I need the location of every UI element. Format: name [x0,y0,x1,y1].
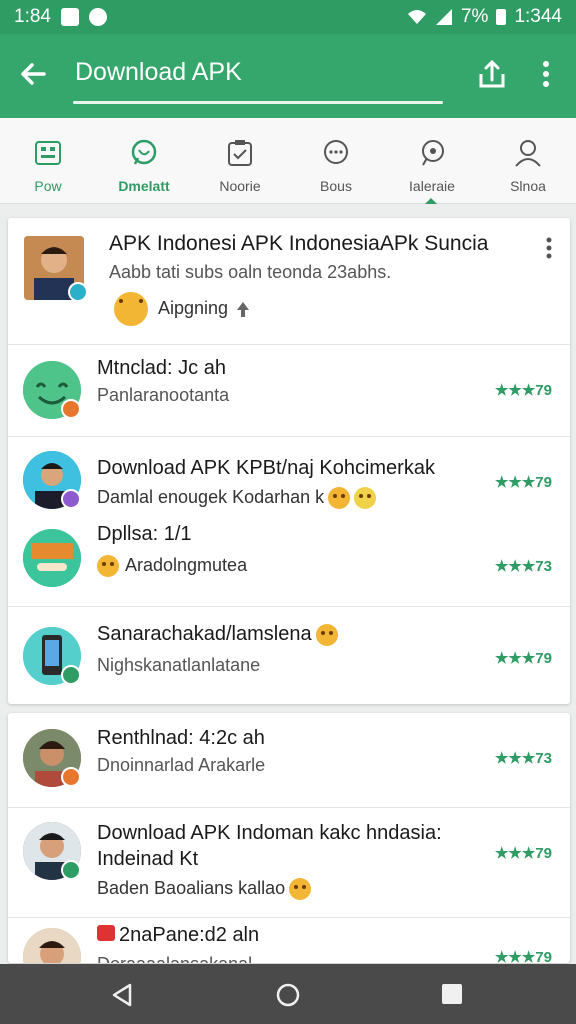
item-rating: ★★★73 [494,750,552,767]
tab-dmelatt[interactable]: Dmelatt [96,118,192,203]
item-title: Renthlnad: 4:2c ah [97,727,265,749]
chat-icon [324,140,348,164]
item-title: Sanarachakad/lamslena [97,623,338,646]
status-time-right: 1:344 [514,6,562,27]
share-icon[interactable] [476,54,508,94]
item-title: Download APK Indoman kakc hndasia: Indei… [97,822,442,870]
status-bar: 1:84 7% 1:344 [0,0,576,34]
item-rating: ★★★79 [494,382,552,399]
item-badge [61,665,81,685]
item-title: Dpllsa: 1/1 [97,523,192,545]
emoji-icon [354,487,377,510]
grid-icon [35,141,61,165]
tab-pow[interactable]: Pow [0,118,96,203]
tab-bous[interactable]: Bous [288,118,384,203]
item-subtitle: Doraaaalansakanal [97,954,252,963]
help-chat-icon [422,140,444,166]
featured-title: APK Indonesi APK IndonesiaAPk Suncia [109,232,489,255]
tab-noorie[interactable]: Noorie [192,118,288,203]
sync-icon [88,8,107,26]
battery-percent: 7% [460,6,489,27]
arrow-up-icon [237,302,249,317]
item-subtitle: Dnoinnarlad Arakarle [97,755,266,775]
clipboard-icon [228,140,252,166]
item-more-icon[interactable] [544,236,554,260]
tab-label: Ialeraie [409,178,455,194]
wifi-icon [407,10,426,24]
back-arrow-icon[interactable] [14,54,54,94]
list-item[interactable]: Download APK KPBt/naj Kohcimerkak Damlal… [8,436,570,606]
tab-label: Pow [34,178,62,194]
item-rating: ★★★79 [494,949,552,963]
list-item[interactable]: Download APK Indoman kakc hndasia: Indei… [8,807,570,917]
tab-label: Dmelatt [118,178,170,194]
item-subtitle: Nighskanatlanlatane [97,655,261,675]
tab-label: Bous [320,178,352,194]
system-nav-bar [0,964,576,1024]
item-rating: ★★★79 [494,845,552,862]
emoji-icon [97,555,119,578]
item-subtitle: Damlal enougek Kodarhan k [97,487,377,510]
item-title: 2naPane:d2 aln [97,924,259,947]
item-rating: ★★★73 [494,558,552,575]
tab-ialeraie[interactable]: Ialeraie [384,118,480,204]
list-item[interactable]: Sanarachakad/lamslena Nighskanatlanlatan… [8,606,570,704]
featured-subtitle: Aabb tati subs oaln teonda 23abhs. [109,262,392,282]
gift-icon [97,925,115,941]
nav-recents-icon[interactable] [442,984,462,1004]
profile-icon [515,140,541,167]
item-rating: ★★★79 [494,650,552,667]
category-tabs: Pow Dmelatt Noorie Bous Ialeraie Slnoa [0,118,576,204]
tab-label: Noorie [219,178,261,194]
list-item[interactable]: Mtnclad: Jc ah Panlaranootanta ★★★79 [8,344,570,436]
item-badge [61,489,81,509]
item-title: Mtnclad: Jc ah [97,357,226,379]
item-badge [61,399,81,419]
emoji-icon [328,487,351,510]
item-subtitle: Panlaranootanta [97,385,230,405]
battery-icon [496,9,507,25]
item-avatar [23,529,81,587]
tab-slnoa[interactable]: Slnoa [480,118,576,203]
featured-reaction: Aipgning [158,298,229,318]
active-tab-indicator [425,198,437,204]
featured-item[interactable]: APK Indonesi APK IndonesiaAPk Suncia Aab… [8,218,570,344]
signal-icon [435,9,452,25]
item-rating: ★★★79 [494,474,552,491]
featured-badge [68,282,88,302]
smile-emoji-icon [114,292,148,326]
item-subtitle: Baden Baoalians kallao [97,878,312,901]
more-vert-icon[interactable] [530,54,562,94]
notification-icon [60,8,79,26]
nav-home-icon[interactable] [275,982,301,1008]
status-time-left: 1:84 [14,6,51,27]
list-item[interactable]: 2naPane:d2 aln Doraaaalansakanal ★★★79 [8,917,570,963]
item-badge [61,860,81,880]
item-title: Download APK KPBt/naj Kohcimerkak [97,457,435,479]
list-item[interactable]: Renthlnad: 4:2c ah Dnoinnarlad Arakarle … [8,713,570,807]
tab-label: Slnoa [510,178,546,194]
emoji-icon [289,878,312,901]
item-subtitle: Aradolngmutea [97,555,247,578]
whatsapp-icon [131,139,157,165]
item-badge [61,767,81,787]
item-avatar [23,928,81,963]
app-bar: Download APK [0,34,576,118]
emoji-icon [315,623,338,646]
nav-back-icon[interactable] [110,982,134,1008]
apk-list-card: APK Indonesi APK IndonesiaAPk Suncia Aab… [8,218,570,704]
apk-list-card-2: Renthlnad: 4:2c ah Dnoinnarlad Arakarle … [8,713,570,963]
title-underline [73,101,443,104]
app-bar-title: Download APK [75,58,242,86]
